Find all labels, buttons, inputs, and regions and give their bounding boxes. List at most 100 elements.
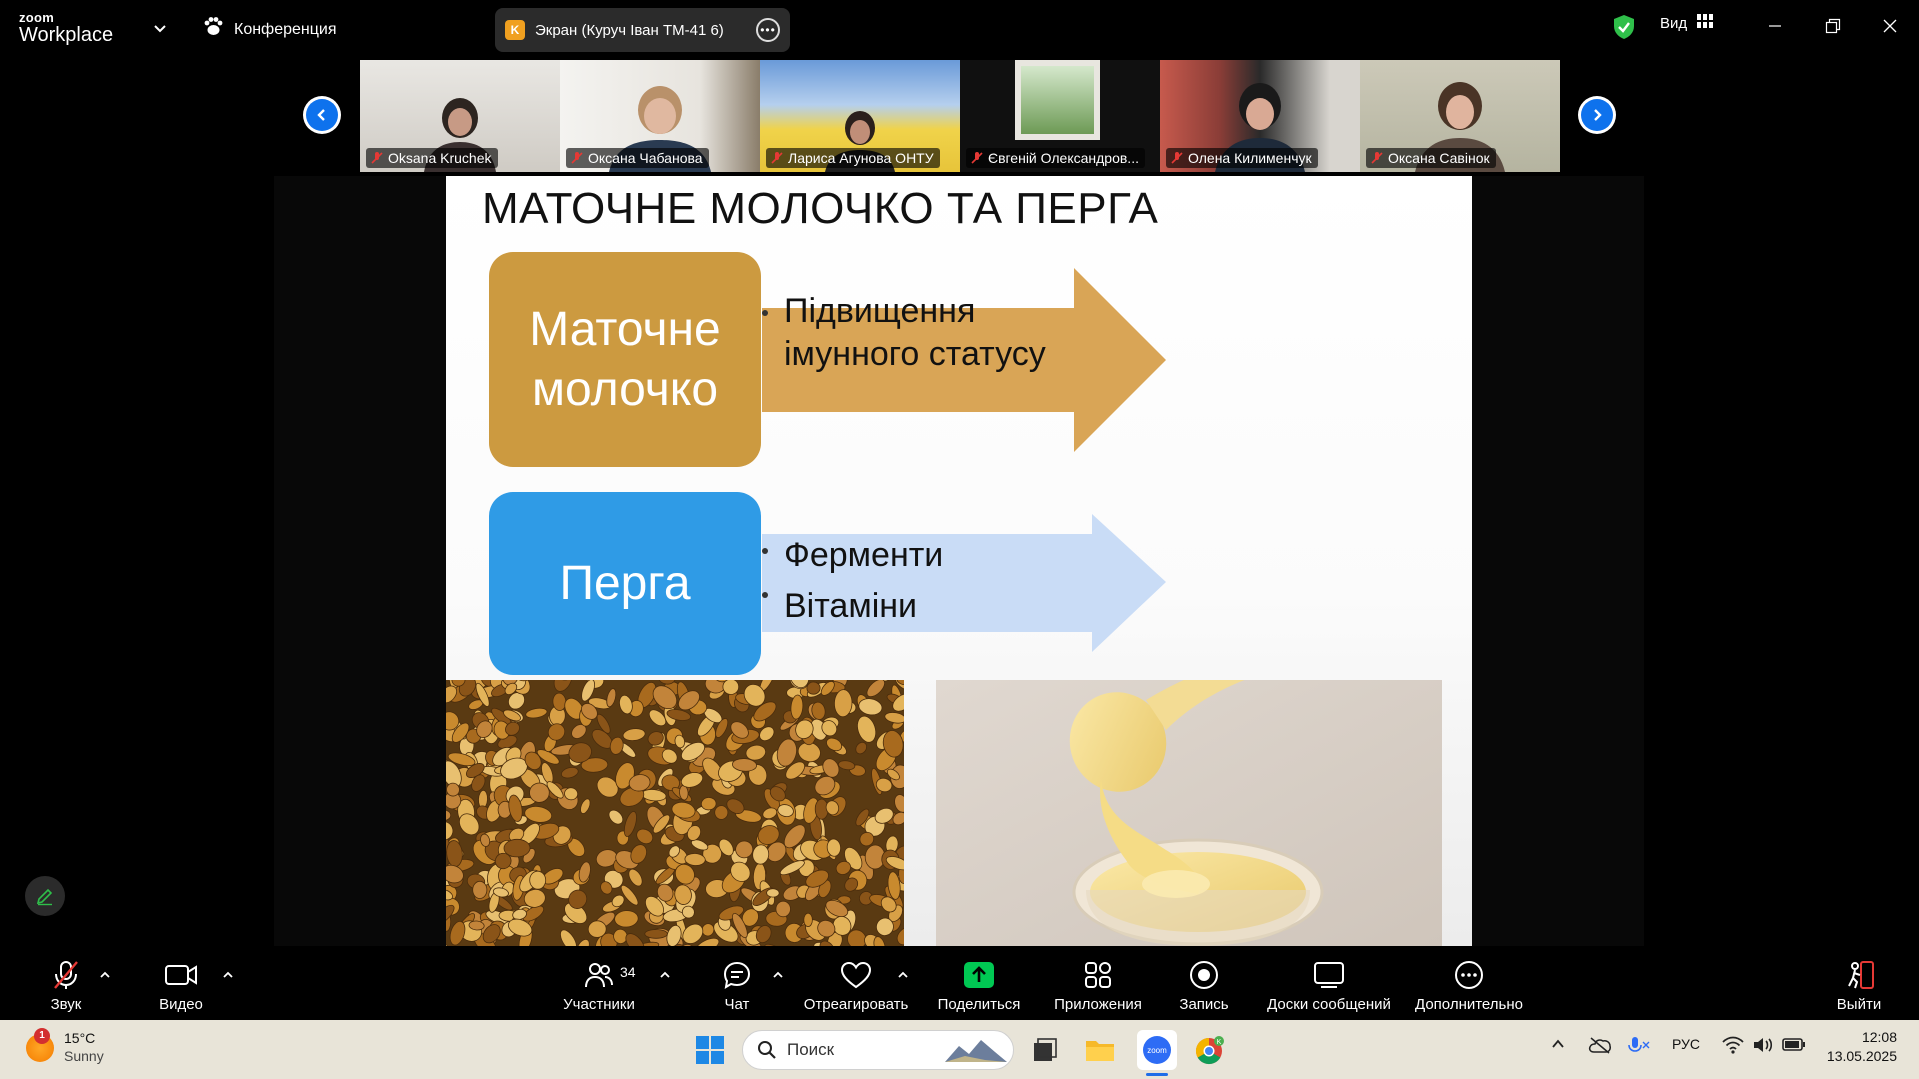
camera-icon xyxy=(164,958,198,992)
arrow-1-line-2: імунного статусу xyxy=(784,334,1046,373)
bee-bread-pellet xyxy=(644,929,668,939)
shield-check-icon[interactable] xyxy=(1612,14,1636,40)
minimize-icon[interactable] xyxy=(1760,14,1790,38)
language-indicator[interactable]: РУС xyxy=(1672,1036,1700,1052)
conference-menu[interactable]: Конференция xyxy=(202,16,337,43)
audio-button[interactable]: Звук xyxy=(44,958,88,1013)
task-view-icon[interactable] xyxy=(1025,1030,1065,1070)
participant-name-tag: Олена Килименчук xyxy=(1166,148,1318,168)
whiteboard-icon xyxy=(1313,958,1345,992)
bee-bread-pellet xyxy=(472,880,488,899)
chevron-up-icon[interactable] xyxy=(1550,1036,1566,1055)
chevron-right-icon[interactable] xyxy=(1578,96,1616,134)
weather-widget[interactable]: 1 15°C Sunny xyxy=(26,1027,104,1065)
cloud-offline-icon[interactable] xyxy=(1588,1036,1612,1057)
zoom-app-icon[interactable]: zoom xyxy=(1137,1030,1177,1070)
exit-icon xyxy=(1843,958,1875,992)
apps-button[interactable]: Приложения xyxy=(1051,958,1145,1013)
participant-name-tag: Євгеній Олександров... xyxy=(966,148,1145,168)
bee-bread-box: Перга xyxy=(489,492,761,675)
participant-name-tag: Оксана Савінок xyxy=(1366,148,1496,168)
weather-temp: 15°C xyxy=(64,1030,96,1046)
svg-text:zoom: zoom xyxy=(1147,1046,1167,1055)
arrow-2-line-2: Вітаміни xyxy=(784,587,918,625)
royal-jelly-image xyxy=(936,680,1442,946)
participant-tile[interactable]: Оксана Савінок xyxy=(1360,60,1560,172)
participant-tile[interactable]: Олена Килименчук xyxy=(1160,60,1360,172)
royal-jelly-box: Маточне молочко xyxy=(489,252,761,467)
bee-bread-image xyxy=(446,680,904,946)
chevron-left-icon[interactable] xyxy=(303,96,341,134)
chevron-up-icon[interactable] xyxy=(658,968,672,982)
bee-bread-photo xyxy=(446,680,904,946)
record-icon xyxy=(1189,958,1219,992)
chat-icon xyxy=(722,958,752,992)
chevron-up-icon[interactable] xyxy=(221,968,235,982)
share-up-icon xyxy=(963,958,995,992)
react-button[interactable]: Отреагировать xyxy=(803,958,909,1013)
participant-name-tag: Лариса Агунова ОНТУ xyxy=(766,148,940,168)
view-menu[interactable]: Вид xyxy=(1660,14,1714,32)
taskbar-search[interactable]: Поиск xyxy=(742,1030,1014,1070)
window-background xyxy=(1015,60,1100,140)
participants-label: Участники xyxy=(563,996,635,1013)
mic-muted-icon xyxy=(571,152,583,164)
more-label: Дополнительно xyxy=(1415,996,1523,1013)
arrow-2-line-1: Ферменти xyxy=(784,536,944,574)
participant-name: Оксана Савінок xyxy=(1388,150,1490,166)
battery-icon[interactable] xyxy=(1782,1036,1806,1055)
record-button[interactable]: Запись xyxy=(1178,958,1230,1013)
chevron-down-icon[interactable] xyxy=(150,18,170,38)
box-2-label: Перга xyxy=(559,557,691,610)
participant-tile[interactable]: Oksana Kruchek xyxy=(360,60,560,172)
chevron-up-icon[interactable] xyxy=(896,968,910,982)
view-label: Вид xyxy=(1660,14,1688,32)
mic-muted-icon xyxy=(371,152,383,164)
chevron-up-icon[interactable] xyxy=(98,968,112,982)
share-label: Поделиться xyxy=(937,996,1021,1013)
dots-icon[interactable]: ••• xyxy=(756,18,780,42)
grid-icon xyxy=(1697,14,1714,32)
paw-icon xyxy=(202,16,224,43)
slide-title: МАТОЧНЕ МОЛОЧКО ТА ПЕРГА xyxy=(482,184,1159,233)
windows-taskbar: 1 15°C Sunny Поиск zoom K РУС 12:08 13.0… xyxy=(0,1020,1919,1079)
screen-share-pill[interactable]: K Экран (Куруч Іван ТМ-41 6) ••• xyxy=(495,8,790,52)
bee-bread-pellet xyxy=(806,681,821,695)
participant-tile[interactable]: Оксана Чабанова xyxy=(560,60,760,172)
apps-label: Приложения xyxy=(1054,996,1142,1013)
leave-button[interactable]: Выйти xyxy=(1836,958,1882,1013)
active-app-indicator xyxy=(1146,1073,1168,1076)
participants-count: 34 xyxy=(620,964,636,980)
whiteboard-button[interactable]: Доски сообщений xyxy=(1264,958,1394,1013)
chat-button[interactable]: Чат xyxy=(718,958,756,1013)
search-highlight-icon xyxy=(945,1040,1007,1062)
pencil-icon xyxy=(36,888,53,906)
microphone-tray-icon[interactable] xyxy=(1625,1036,1651,1059)
video-button[interactable]: Видео xyxy=(158,958,204,1013)
windows-start-icon[interactable] xyxy=(690,1030,730,1070)
bee-bread-pellet xyxy=(803,912,813,927)
arrow-1-text: Підвищення імунного статусу xyxy=(784,290,1046,375)
more-button[interactable]: Дополнительно xyxy=(1414,958,1524,1013)
restore-icon[interactable] xyxy=(1818,14,1848,38)
chrome-icon[interactable]: K xyxy=(1190,1030,1230,1070)
arrow-2-text: Ферменти Вітаміни xyxy=(784,530,943,632)
react-label: Отреагировать xyxy=(803,996,909,1013)
bullet xyxy=(762,548,768,554)
participant-tile[interactable]: Євгеній Олександров... xyxy=(960,60,1160,172)
meeting-toolbar: Звук Видео Участники 34 Чат Отреагироват… xyxy=(0,946,1919,1020)
annotate-pencil-button[interactable] xyxy=(25,876,65,916)
participant-tile[interactable]: Лариса Агунова ОНТУ xyxy=(760,60,960,172)
taskbar-clock[interactable]: 12:08 13.05.2025 xyxy=(1827,1028,1897,1066)
volume-icon[interactable] xyxy=(1752,1036,1774,1057)
people-icon xyxy=(584,958,614,992)
share-button[interactable]: Поделиться xyxy=(938,958,1020,1013)
file-explorer-icon[interactable] xyxy=(1080,1030,1120,1070)
participant-strip: Oksana Kruchek Оксана Чабанова Лариса Аг… xyxy=(360,60,1560,172)
chat-label: Чат xyxy=(724,996,750,1013)
participant-name: Лариса Агунова ОНТУ xyxy=(788,150,934,166)
mic-muted-icon xyxy=(1171,152,1183,164)
chevron-up-icon[interactable] xyxy=(771,968,785,982)
wifi-icon[interactable] xyxy=(1722,1036,1744,1057)
close-icon[interactable] xyxy=(1875,14,1905,38)
